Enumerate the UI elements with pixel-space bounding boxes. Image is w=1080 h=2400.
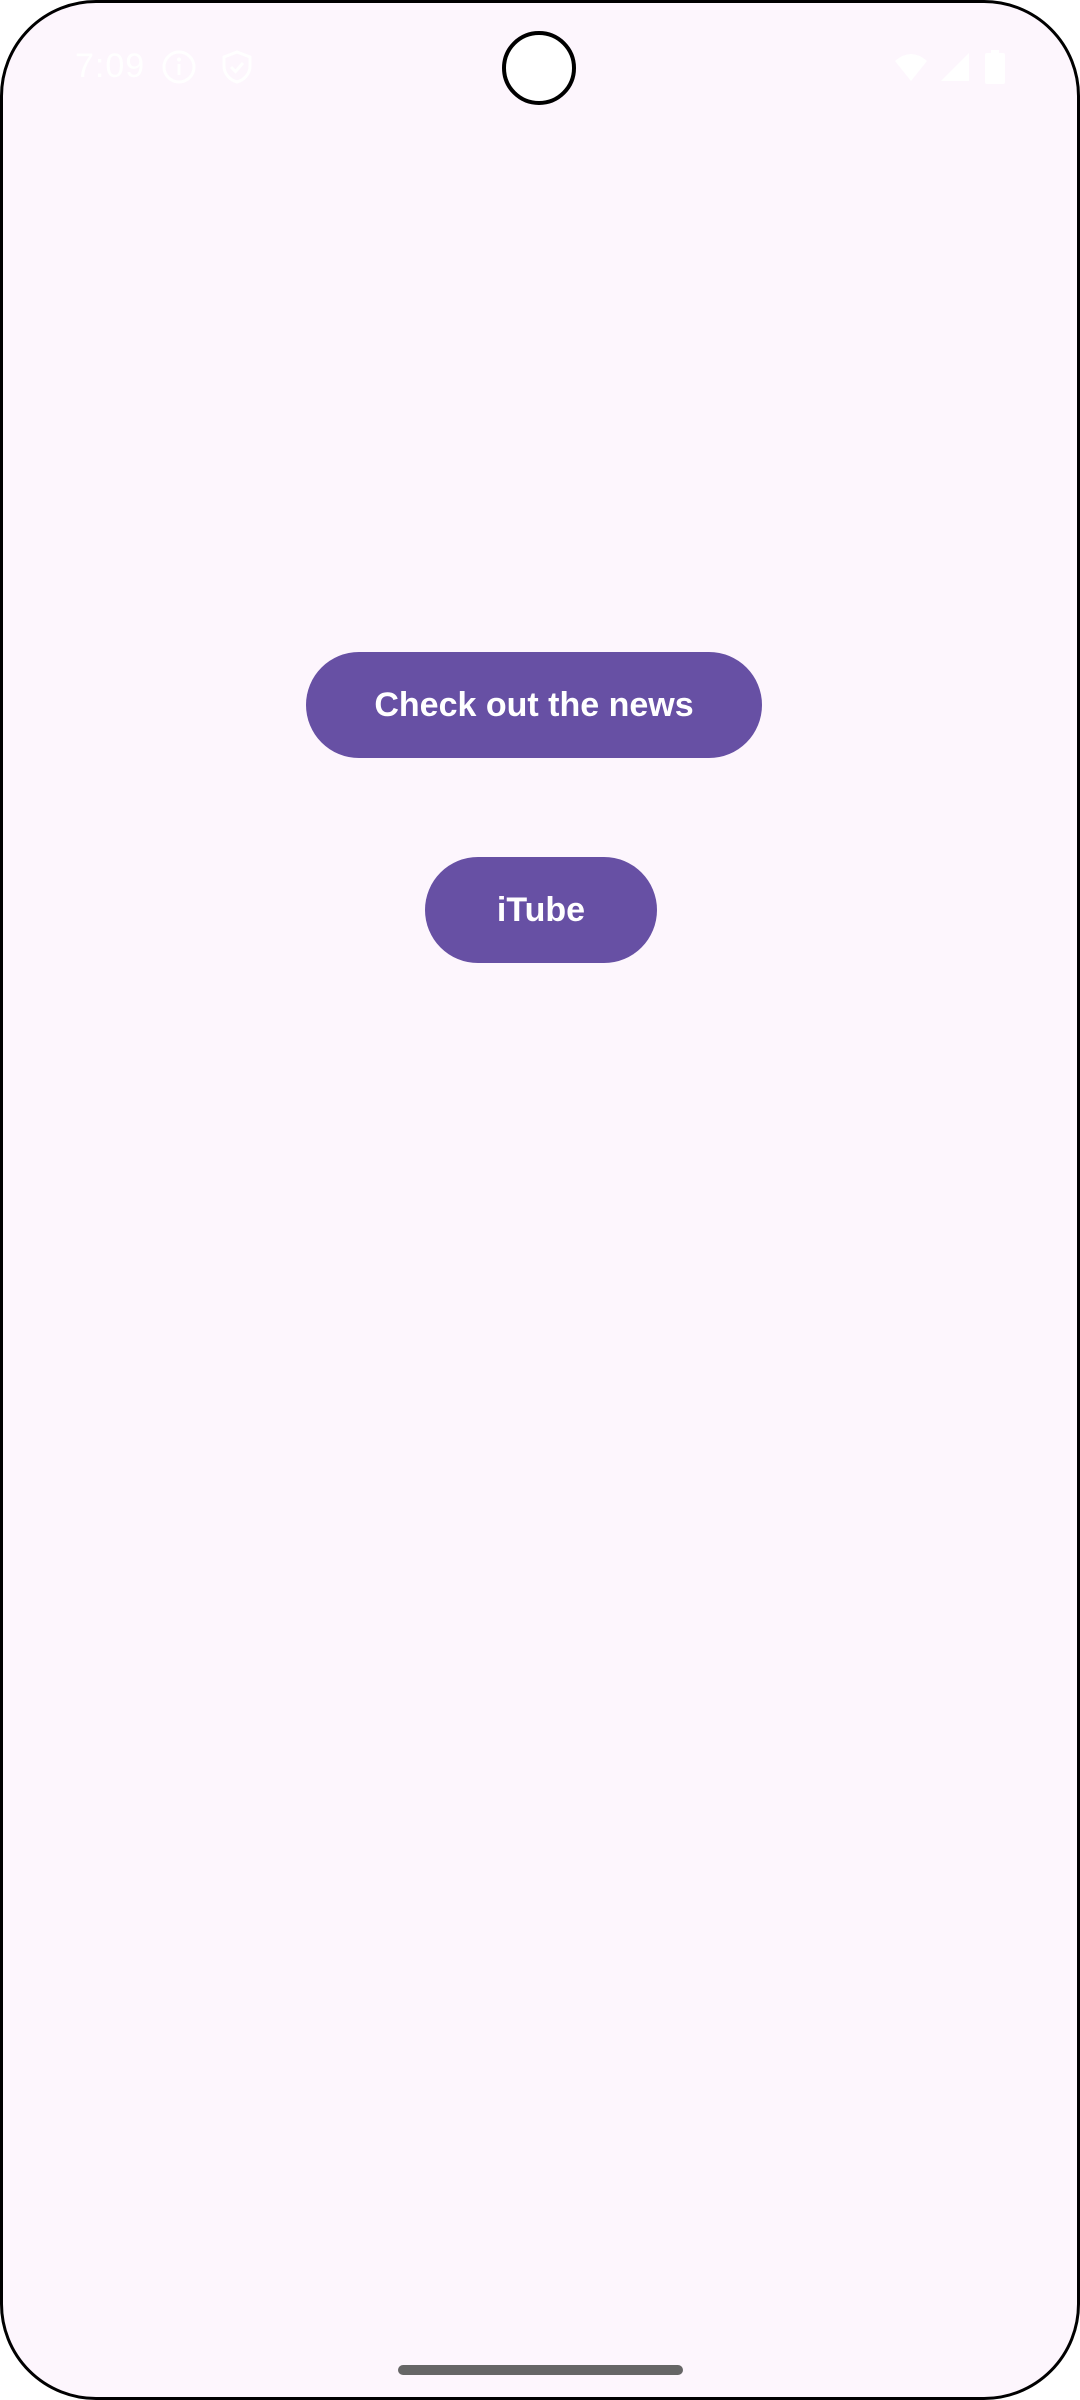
wifi-icon [893, 49, 929, 85]
cellular-signal-icon [937, 49, 973, 85]
shield-icon [219, 49, 255, 85]
battery-icon [983, 49, 1007, 85]
camera-cutout [502, 31, 576, 105]
gesture-navigation-bar[interactable] [398, 2365, 683, 2375]
itube-button[interactable]: iTube [425, 857, 657, 963]
info-circle-icon [161, 49, 197, 85]
phone-screen: 7:09 Check out the news iTube [0, 0, 1080, 2400]
check-out-the-news-button[interactable]: Check out the news [306, 652, 762, 758]
status-time: 7:09 [75, 47, 146, 85]
